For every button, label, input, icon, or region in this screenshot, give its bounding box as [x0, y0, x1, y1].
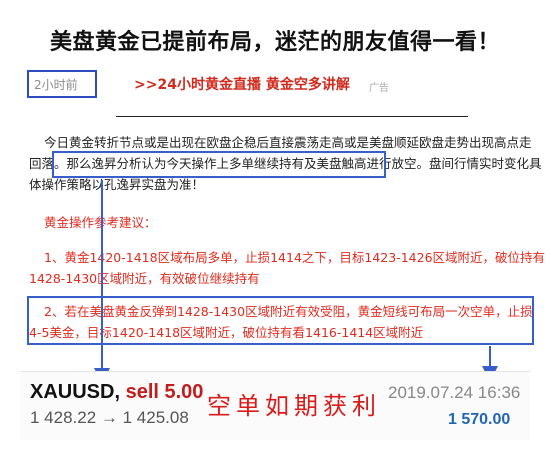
profit-stamp: 空单如期获利 [207, 392, 381, 420]
trade-action: sell 5.00 [125, 381, 204, 403]
symbol-text: XAUUSD, [30, 381, 121, 403]
live-promo-link[interactable]: >>24小时黄金直播 黄金空多讲解 [134, 74, 350, 94]
trade-profit: 1 570.00 [448, 411, 511, 428]
advice-title: 黄金操作参考建议： [44, 215, 157, 230]
advice-1-line-1: 1、黄金1420-1418区域布局多单，止损1414之下，目标1423-1426… [44, 250, 546, 265]
advice-1-line-2: 1428-1430区域附近，有效破位继续持有 [29, 271, 260, 286]
article-line-2-end: 盘间行情实时变化具 [429, 156, 542, 171]
trade-datetime: 2019.07.24 16:36 [388, 383, 521, 402]
headline: 美盘黄金已提前布局，迷茫的朋友值得一看！ [49, 30, 500, 55]
post-time: 2小时前 [34, 78, 78, 92]
trade-symbol: XAUUSD, sell 5.00 [30, 381, 203, 404]
analysis-highlight-box [52, 151, 386, 178]
article-line-1: 今日黄金转折节点或是出现在欧盘企稳后直接震荡走高或是美盘顺延欧盘走势出现高点走 [44, 135, 532, 150]
advice-2-highlight-box [27, 296, 534, 345]
price-range: 1 428.22 → 1 425.08 [30, 408, 189, 427]
divider [116, 116, 468, 117]
ad-label: 广告 [369, 83, 389, 94]
